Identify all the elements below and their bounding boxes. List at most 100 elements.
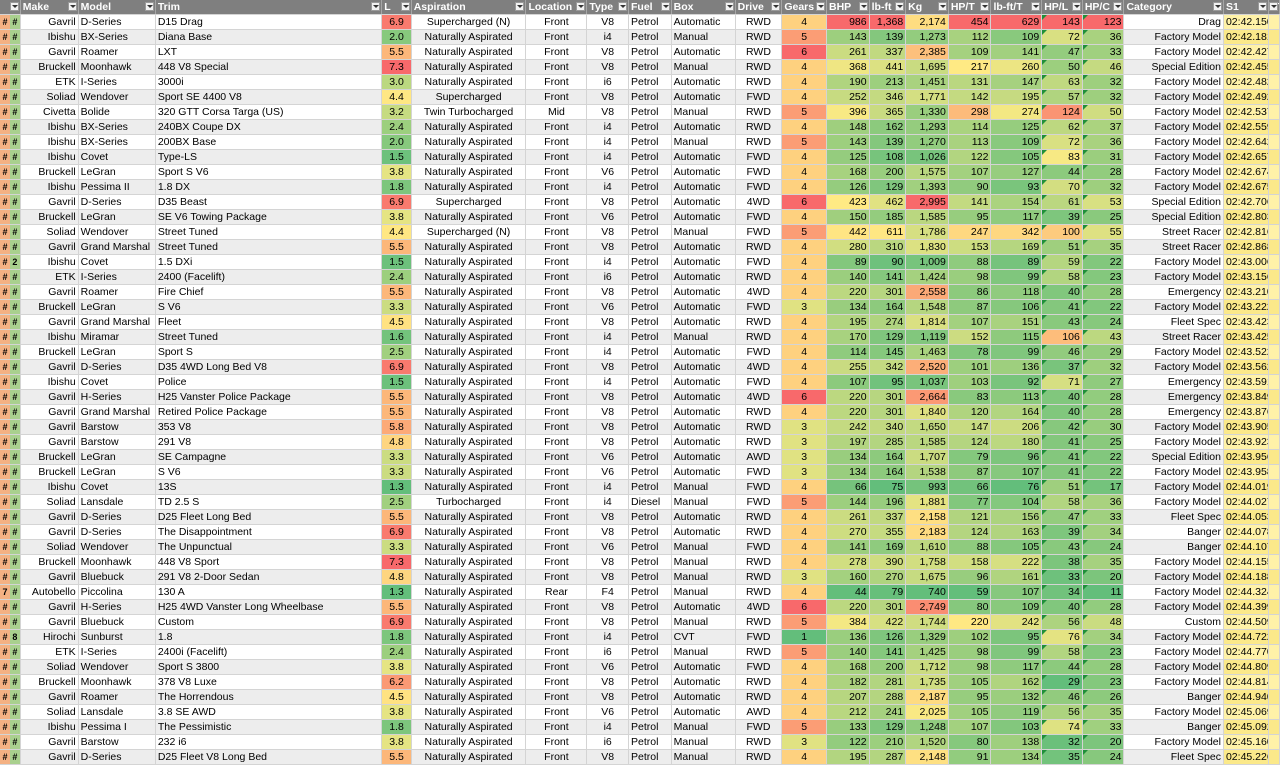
s1-cell[interactable]: 02:42.803 [1223, 209, 1269, 225]
hpl-cell[interactable]: 57 [1041, 89, 1083, 105]
fuel-cell[interactable]: Petrol [628, 719, 672, 735]
aspiration-cell[interactable]: Naturally Aspirated [411, 434, 527, 450]
box-cell[interactable]: Automatic [671, 119, 736, 135]
flag-cell[interactable]: # # [0, 389, 21, 405]
fuel-cell[interactable]: Petrol [628, 134, 672, 150]
trim-cell[interactable]: 320 GTT Corsa Targa (US) [155, 104, 383, 120]
model-cell[interactable]: Barstow [78, 734, 156, 750]
kg-cell[interactable]: 1,840 [905, 404, 949, 420]
lbftt-cell[interactable]: 195 [990, 89, 1043, 105]
trim-cell[interactable]: H25 4WD Vanster Long Wheelbase [155, 599, 383, 615]
make-cell[interactable]: Bruckell [20, 164, 79, 180]
category-cell[interactable]: Factory Model [1123, 479, 1224, 495]
hpc-cell[interactable]: 11 [1082, 584, 1125, 600]
model-cell[interactable]: Roamer [78, 284, 156, 300]
aspiration-cell[interactable]: Naturally Aspirated [411, 719, 527, 735]
s1-cell[interactable]: 02:44.399 [1223, 599, 1269, 615]
hpl-cell[interactable]: 37 [1041, 359, 1083, 375]
make-cell[interactable]: Ibishu [20, 134, 79, 150]
filter-dropdown-icon[interactable] [895, 2, 905, 11]
table-row[interactable]: # # Gavril Roamer Fire Chief 5.5 Naturally Asp… [0, 284, 1280, 300]
type-cell[interactable]: i4 [586, 479, 629, 495]
model-cell[interactable]: LeGran [78, 464, 156, 480]
bhp-cell[interactable]: 150 [826, 209, 870, 225]
flag-cell[interactable]: # # [0, 209, 21, 225]
lbft-cell[interactable]: 390 [869, 554, 907, 570]
kg-cell[interactable]: 1,786 [905, 224, 949, 240]
table-row[interactable]: # # Gavril H-Series H25 4WD Vanster Long Whe… [0, 599, 1280, 615]
category-cell[interactable]: Emergency [1123, 374, 1224, 390]
trim-cell[interactable]: 3000i [155, 74, 383, 90]
flag-cell[interactable]: # # [0, 29, 21, 45]
lbft-cell[interactable]: 346 [869, 89, 907, 105]
lbftt-cell[interactable]: 95 [990, 629, 1043, 645]
location-cell[interactable]: Front [525, 14, 588, 30]
type-cell[interactable]: i4 [586, 719, 629, 735]
location-cell[interactable]: Front [525, 269, 588, 285]
drive-cell[interactable]: 4WD [735, 599, 783, 615]
fuel-cell[interactable]: Petrol [628, 224, 672, 240]
hpl-cell[interactable]: 72 [1041, 29, 1083, 45]
flag-cell[interactable]: # # [0, 434, 21, 450]
box-cell[interactable]: Automatic [671, 389, 736, 405]
liters-cell[interactable]: 1.5 [381, 149, 412, 165]
fuel-cell[interactable]: Petrol [628, 524, 672, 540]
gears-cell[interactable]: 5 [781, 614, 827, 630]
lbft-cell[interactable]: 1,368 [869, 14, 907, 30]
box-cell[interactable]: Automatic [671, 359, 736, 375]
kg-cell[interactable]: 1,548 [905, 299, 949, 315]
gears-cell[interactable]: 4 [781, 479, 827, 495]
filter-dropdown-icon[interactable] [9, 2, 19, 11]
hpt-cell[interactable]: 90 [948, 179, 992, 195]
lbft-cell[interactable]: 169 [869, 539, 907, 555]
box-cell[interactable]: Manual [671, 29, 736, 45]
fuel-cell[interactable]: Petrol [628, 419, 672, 435]
flag-cell[interactable]: # # [0, 224, 21, 240]
hpl-cell[interactable]: 40 [1041, 404, 1083, 420]
trim-cell[interactable]: Sport S [155, 344, 383, 360]
flag-cell[interactable]: # # [0, 734, 21, 750]
make-cell[interactable]: Soliad [20, 89, 79, 105]
make-cell[interactable]: Soliad [20, 494, 79, 510]
table-row[interactable]: # # Gavril Bluebuck Custom 6.9 Naturally Aspir… [0, 614, 1280, 630]
hpl-cell[interactable]: 41 [1041, 449, 1083, 465]
hpc-cell[interactable]: 48 [1082, 614, 1125, 630]
kg-cell[interactable]: 1,330 [905, 104, 949, 120]
table-row[interactable]: # # Gavril Grand Marshal Street Tuned 5.5 Natu… [0, 239, 1280, 255]
hpt-cell[interactable]: 101 [948, 359, 992, 375]
trim-cell[interactable]: The Unpunctual [155, 539, 383, 555]
hpl-cell[interactable]: 33 [1041, 569, 1083, 585]
hpt-cell[interactable]: 103 [948, 374, 992, 390]
s1-cell[interactable]: 02:42.675 [1223, 179, 1269, 195]
table-row[interactable]: # # Civetta Bolide 320 GTT Corsa Targa (US) 3… [0, 104, 1280, 120]
lbftt-cell[interactable]: 206 [990, 419, 1043, 435]
column-header-lbftt[interactable]: lb-ft/T [990, 0, 1043, 15]
model-cell[interactable]: Lansdale [78, 494, 156, 510]
aspiration-cell[interactable]: Naturally Aspirated [411, 449, 527, 465]
filter-dropdown-icon[interactable] [515, 2, 525, 11]
hpt-cell[interactable]: 124 [948, 434, 992, 450]
liters-cell[interactable]: 5.5 [381, 404, 412, 420]
table-row[interactable]: # # Bruckell LeGran S V6 3.3 Naturally Aspirat… [0, 464, 1280, 480]
liters-cell[interactable]: 5.5 [381, 389, 412, 405]
table-row[interactable]: # # Gavril Roamer LXT 5.5 Naturally Aspirated F… [0, 44, 1280, 60]
liters-cell[interactable]: 6.9 [381, 359, 412, 375]
s1-cell[interactable]: 02:45.160 [1223, 734, 1269, 750]
kg-cell[interactable]: 1,248 [905, 719, 949, 735]
make-cell[interactable]: Autobello [20, 584, 79, 600]
make-cell[interactable]: Gavril [20, 614, 79, 630]
location-cell[interactable]: Front [525, 359, 588, 375]
s1-cell[interactable]: 02:42.642 [1223, 134, 1269, 150]
flag-cell[interactable]: # # [0, 284, 21, 300]
box-cell[interactable]: Automatic [671, 314, 736, 330]
box-cell[interactable]: Automatic [671, 419, 736, 435]
hpt-cell[interactable]: 80 [948, 734, 992, 750]
bhp-cell[interactable]: 170 [826, 329, 870, 345]
drive-cell[interactable]: RWD [735, 134, 783, 150]
filter-dropdown-icon[interactable] [980, 2, 990, 11]
table-row[interactable]: # # Bruckell Moonhawk 448 V8 Sport 7.3 Natural… [0, 554, 1280, 570]
table-row[interactable]: # # ETK I-Series 3000i 3.0 Naturally Aspirated… [0, 74, 1280, 90]
table-row[interactable]: # # Gavril D-Series D35 Beast 6.9 Supercharged… [0, 194, 1280, 210]
s1-cell[interactable]: 02:43.425 [1223, 329, 1269, 345]
s1-cell[interactable]: 02:44.107 [1223, 539, 1269, 555]
